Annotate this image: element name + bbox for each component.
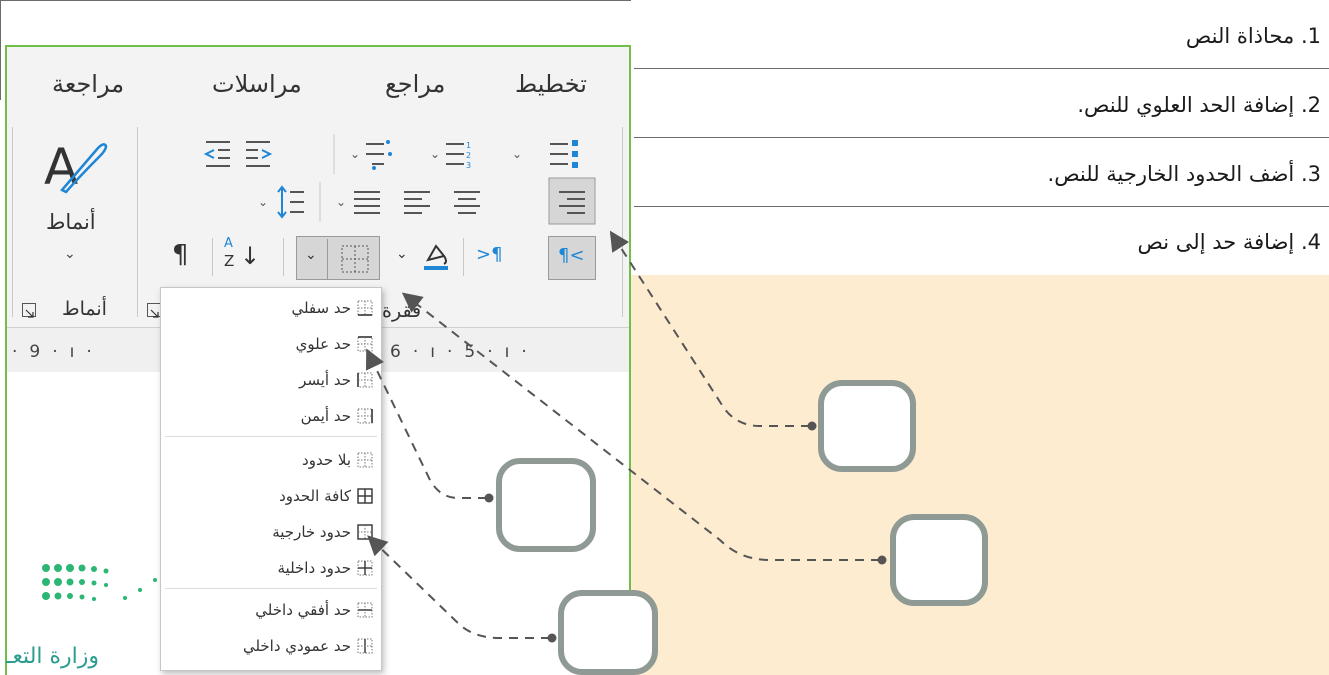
connector-arrows	[365, 230, 887, 643]
